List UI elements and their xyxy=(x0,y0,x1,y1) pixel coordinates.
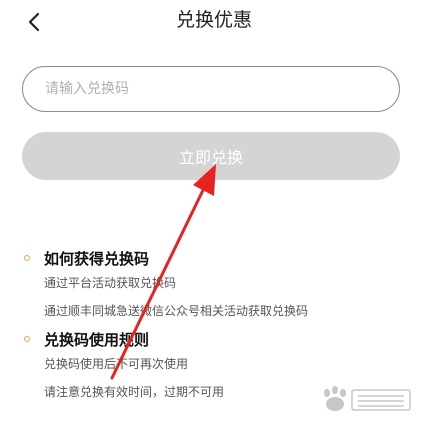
section-line: 请注意兑换有效时间，过期不可用 xyxy=(44,385,225,399)
bullet-icon xyxy=(24,255,30,261)
section-heading: 如何获得兑换码 xyxy=(44,249,150,268)
section-heading: 兑换码使用规则 xyxy=(44,330,150,349)
section-line: 通过顺丰同城急送微信公众号相关活动获取兑换码 xyxy=(44,304,309,318)
redeem-now-button[interactable]: 立即兑换 xyxy=(22,132,400,180)
chevron-left-icon xyxy=(28,12,40,32)
redeem-code-input[interactable] xyxy=(22,66,400,112)
section-usage-rules: 兑换码使用规则 兑换码使用后不可再次使用 请注意兑换有效时间，过期不可用 xyxy=(24,328,404,406)
section-line: 通过平台活动获取兑换码 xyxy=(44,276,177,290)
section-how-to-get: 如何获得兑换码 通过平台活动获取兑换码 通过顺丰同城急送微信公众号相关活动获取兑… xyxy=(24,247,404,325)
back-button[interactable] xyxy=(20,8,48,36)
nav-bar: 兑换优惠 xyxy=(0,0,428,44)
bullet-icon xyxy=(24,336,30,342)
section-line: 兑换码使用后不可再次使用 xyxy=(44,357,189,371)
page-title: 兑换优惠 xyxy=(175,9,252,31)
